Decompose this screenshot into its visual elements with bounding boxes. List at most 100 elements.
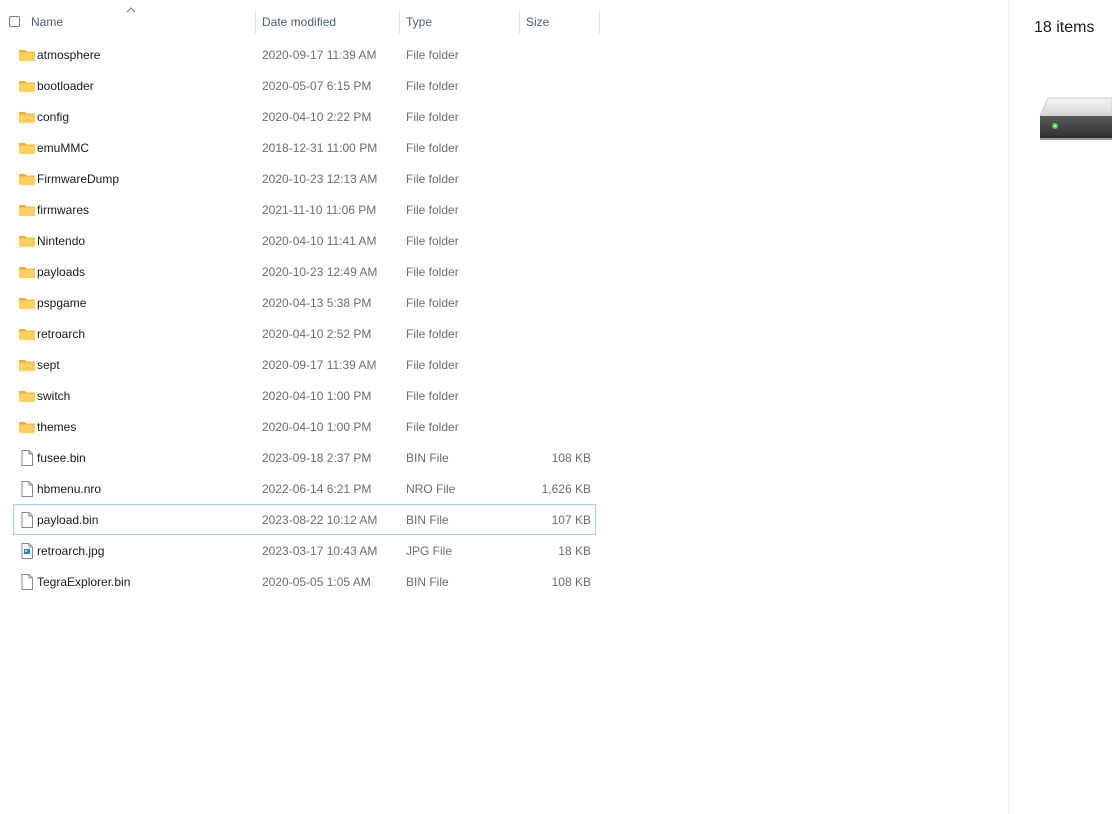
file-date-modified: 2020-09-17 11:39 AM (262, 358, 377, 372)
file-type: File folder (406, 110, 459, 124)
file-name: config (37, 110, 70, 124)
column-divider[interactable] (519, 10, 520, 34)
file-row[interactable]: themes 2020-04-10 1:00 PM File folder (13, 411, 596, 442)
file-type: BIN File (406, 575, 449, 589)
file-row[interactable]: retroarch 2020-04-10 2:52 PM File folder (13, 318, 596, 349)
column-header-size[interactable]: Size (526, 15, 549, 29)
file-icon (18, 481, 36, 497)
file-explorer: Name Date modified Type Size atmosphere 2… (0, 0, 1112, 814)
file-list: atmosphere 2020-09-17 11:39 AM File folder… (0, 39, 600, 597)
file-row[interactable]: payload.bin 2023-08-22 10:12 AM BIN File 10… (13, 504, 596, 535)
file-name: TegraExplorer.bin (37, 575, 131, 589)
file-date-modified: 2023-08-22 10:12 AM (262, 513, 378, 527)
drive-icon (1039, 97, 1112, 140)
file-size: 108 KB (551, 575, 591, 589)
file-row[interactable]: FirmwareDump 2020-10-23 12:13 AM File fold… (13, 163, 596, 194)
file-date-modified: 2020-10-23 12:49 AM (262, 265, 378, 279)
file-name: payload.bin (37, 513, 99, 527)
file-name: themes (37, 420, 77, 434)
file-type: File folder (406, 234, 459, 248)
file-type: File folder (406, 203, 459, 217)
file-name: emuMMC (37, 141, 90, 155)
folder-icon (18, 295, 36, 311)
file-date-modified: 2020-04-10 1:00 PM (262, 389, 372, 403)
file-type: File folder (406, 265, 459, 279)
file-row[interactable]: TegraExplorer.bin 2020-05-05 1:05 AM BIN F… (13, 566, 596, 597)
folder-icon (18, 388, 36, 404)
folder-icon (18, 357, 36, 373)
details-pane-divider[interactable] (1008, 0, 1009, 814)
file-row[interactable]: retroarch.jpg 2023-03-17 10:43 AM JPG File… (13, 535, 596, 566)
file-row[interactable]: fusee.bin 2023-09-18 2:37 PM BIN File 108 K… (13, 442, 596, 473)
file-row[interactable]: switch 2020-04-10 1:00 PM File folder (13, 380, 596, 411)
file-name: FirmwareDump (37, 172, 120, 186)
file-name: sept (37, 358, 60, 372)
file-date-modified: 2020-04-10 1:00 PM (262, 420, 372, 434)
file-date-modified: 2021-11-10 11:06 PM (262, 203, 377, 217)
file-size: 108 KB (551, 451, 591, 465)
file-type: File folder (406, 420, 459, 434)
folder-icon (18, 264, 36, 280)
file-row[interactable]: hbmenu.nro 2022-06-14 6:21 PM NRO File 1,62… (13, 473, 596, 504)
folder-icon (18, 140, 36, 156)
column-header: Name Date modified Type Size (0, 0, 600, 44)
folder-icon (18, 78, 36, 94)
file-name: atmosphere (37, 48, 101, 62)
file-row[interactable]: sept 2020-09-17 11:39 AM File folder (13, 349, 596, 380)
file-type: BIN File (406, 513, 449, 527)
file-name: retroarch.jpg (37, 544, 105, 558)
file-icon (18, 512, 36, 528)
file-row[interactable]: firmwares 2021-11-10 11:06 PM File folder (13, 194, 596, 225)
file-date-modified: 2020-04-13 5:38 PM (262, 296, 372, 310)
file-date-modified: 2020-05-07 6:15 PM (262, 79, 372, 93)
file-date-modified: 2020-04-10 2:22 PM (262, 110, 372, 124)
file-type: File folder (406, 48, 459, 62)
column-header-type[interactable]: Type (406, 15, 432, 29)
folder-icon (18, 233, 36, 249)
column-divider[interactable] (255, 10, 256, 34)
file-type: File folder (406, 327, 459, 341)
file-icon (18, 450, 36, 466)
file-icon (18, 574, 36, 590)
column-header-date[interactable]: Date modified (262, 15, 336, 29)
file-type: File folder (406, 79, 459, 93)
column-divider[interactable] (399, 10, 400, 34)
file-name: switch (37, 389, 71, 403)
file-date-modified: 2020-04-10 2:52 PM (262, 327, 372, 341)
file-name: pspgame (37, 296, 87, 310)
item-count: 18 items (1034, 19, 1095, 36)
file-type: File folder (406, 389, 459, 403)
file-row[interactable]: bootloader 2020-05-07 6:15 PM File folder (13, 70, 596, 101)
column-header-name[interactable]: Name (31, 15, 63, 29)
file-name: retroarch (37, 327, 86, 341)
file-row[interactable]: emuMMC 2018-12-31 11:00 PM File folder (13, 132, 596, 163)
column-divider[interactable] (599, 10, 600, 34)
file-size: 18 KB (558, 544, 591, 558)
file-date-modified: 2018-12-31 11:00 PM (262, 141, 378, 155)
file-type: File folder (406, 358, 459, 372)
file-name: Nintendo (37, 234, 86, 248)
file-row[interactable]: pspgame 2020-04-13 5:38 PM File folder (13, 287, 596, 318)
file-size: 107 KB (551, 513, 591, 527)
folder-icon (18, 109, 36, 125)
folder-icon (18, 419, 36, 435)
file-date-modified: 2020-09-17 11:39 AM (262, 48, 377, 62)
file-date-modified: 2020-10-23 12:13 AM (262, 172, 378, 186)
file-name: fusee.bin (37, 451, 86, 465)
file-type: File folder (406, 172, 459, 186)
file-date-modified: 2023-09-18 2:37 PM (262, 451, 372, 465)
file-row[interactable]: config 2020-04-10 2:22 PM File folder (13, 101, 596, 132)
folder-icon (18, 202, 36, 218)
select-all-checkbox[interactable] (9, 16, 20, 27)
file-row[interactable]: Nintendo 2020-04-10 11:41 AM File folder (13, 225, 596, 256)
file-row[interactable]: atmosphere 2020-09-17 11:39 AM File folder (13, 39, 596, 70)
folder-icon (18, 171, 36, 187)
file-row[interactable]: payloads 2020-10-23 12:49 AM File folder (13, 256, 596, 287)
chevron-up-icon[interactable] (125, 6, 137, 14)
file-type: File folder (406, 141, 459, 155)
file-date-modified: 2020-05-05 1:05 AM (262, 575, 371, 589)
file-date-modified: 2020-04-10 11:41 AM (262, 234, 377, 248)
image-file-icon (18, 543, 36, 559)
folder-icon (18, 326, 36, 342)
file-type: BIN File (406, 451, 449, 465)
